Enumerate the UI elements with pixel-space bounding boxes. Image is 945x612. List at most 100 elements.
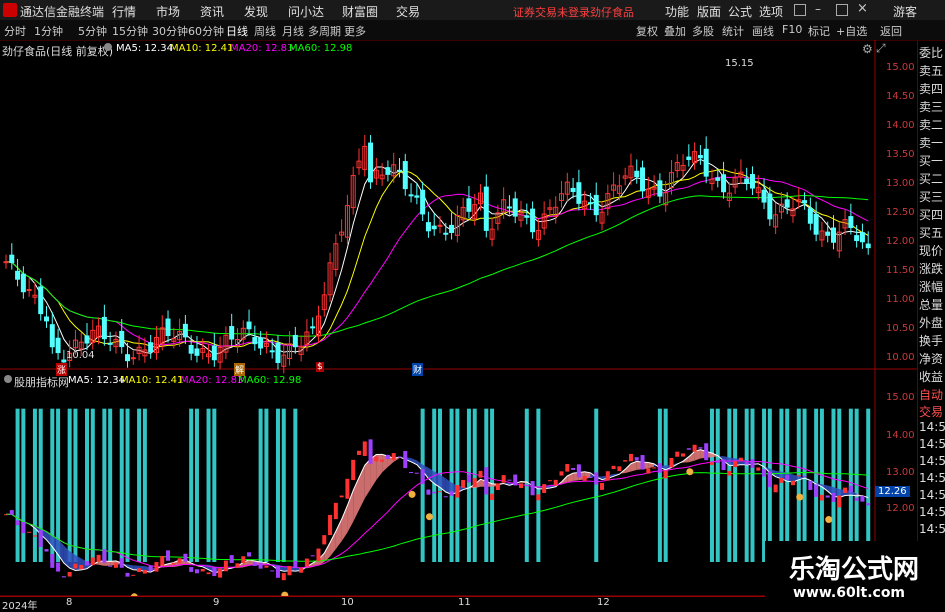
tool-mark[interactable]: 标记: [808, 23, 830, 39]
indicator-bar: [143, 409, 147, 562]
sub-candle: [745, 462, 749, 465]
menu-layout[interactable]: 版面: [697, 3, 721, 20]
settings-dot-icon[interactable]: [104, 43, 112, 51]
sub-candle: [282, 573, 286, 580]
sub-candle: [814, 484, 818, 496]
candle-body: [27, 290, 31, 291]
maximize-icon[interactable]: [836, 4, 848, 16]
sub-ma-line-5: [6, 450, 868, 573]
window-restore-icon[interactable]: [794, 4, 806, 16]
title-bar: 通达信金融终端 行情 市场 资讯 发现 问小达 财富圈 交易 证券交易未登录 劲…: [0, 0, 945, 21]
candle-body: [126, 355, 130, 361]
candle-body: [45, 317, 49, 321]
indicator-bar: [195, 409, 199, 562]
sub-settings-dot-icon[interactable]: [4, 375, 12, 383]
side-panel-label: 收益: [919, 368, 943, 385]
close-icon[interactable]: ×: [857, 1, 868, 16]
sub-candle: [392, 453, 396, 460]
x-tick: 10: [341, 597, 354, 608]
candle-body: [189, 345, 193, 353]
sub-candle: [513, 475, 517, 486]
sub-candle: [479, 471, 483, 478]
side-panel-label: 换手: [919, 332, 943, 349]
side-panel-label: 买四: [919, 206, 943, 223]
sub-candle: [600, 483, 604, 490]
indicator-bar: [658, 409, 662, 562]
candle-body: [421, 190, 425, 214]
menu-trade[interactable]: 交易: [396, 3, 420, 20]
dividend-marker[interactable]: $: [316, 362, 324, 372]
indicator-bar: [733, 409, 737, 562]
candle-body: [588, 203, 592, 204]
menu-wealth[interactable]: 财富圈: [342, 3, 378, 20]
user-label[interactable]: 游客: [893, 3, 917, 20]
sub-candle: [768, 472, 772, 488]
menu-options[interactable]: 选项: [759, 3, 783, 20]
tool-overlay[interactable]: 叠加: [664, 23, 686, 39]
ma-line-10: [6, 170, 868, 348]
period-60min[interactable]: 60分钟: [188, 23, 224, 39]
side-panel-label: 现价: [919, 242, 943, 259]
panel-settings-icon[interactable]: ⚙: [862, 42, 873, 56]
tool-back[interactable]: 返回: [880, 23, 902, 39]
indicator-bar: [750, 409, 754, 562]
sub-candle: [380, 460, 384, 462]
indicator-bar: [189, 409, 193, 562]
tool-add-favorite[interactable]: +自选: [836, 23, 867, 39]
sub-chart-candles: [4, 439, 870, 580]
y-tick: 14.50: [886, 91, 915, 102]
sub-candle: [664, 471, 668, 479]
chart-area[interactable]: [0, 40, 945, 609]
menu-quotes[interactable]: 行情: [112, 3, 136, 20]
period-multi[interactable]: 多周期: [308, 23, 341, 39]
sub-candle: [45, 549, 49, 551]
period-1min[interactable]: 1分钟: [34, 23, 63, 39]
period-daily[interactable]: 日线: [226, 23, 248, 39]
tool-multi-stock[interactable]: 多股: [692, 23, 714, 39]
sub-candle: [571, 468, 575, 470]
candle-body: [386, 168, 390, 175]
period-more[interactable]: 更多: [344, 23, 366, 39]
y-tick: 11.50: [886, 265, 915, 276]
menu-news[interactable]: 资讯: [200, 3, 224, 20]
period-toolbar: 分时 1分钟 5分钟 15分钟 30分钟 60分钟 日线 周线 月线 多周期 更…: [0, 20, 945, 41]
period-monthly[interactable]: 月线: [282, 23, 304, 39]
login-notice[interactable]: 证券交易未登录: [513, 4, 590, 20]
minimize-icon[interactable]: –: [815, 2, 821, 16]
menu-ask[interactable]: 问小达: [288, 3, 324, 20]
sub-candle: [102, 549, 106, 562]
indicator-bar: [73, 409, 77, 562]
sub-candle: [507, 480, 511, 481]
menu-market[interactable]: 市场: [156, 3, 180, 20]
sub-candle: [820, 495, 824, 501]
sub-candle: [334, 503, 338, 519]
candle-body: [259, 338, 263, 348]
tool-adjust[interactable]: 复权: [636, 23, 658, 39]
period-timeshare[interactable]: 分时: [4, 23, 26, 39]
candle-body: [722, 175, 726, 192]
sub-candle: [704, 443, 708, 460]
candle-body: [39, 287, 43, 314]
period-30min[interactable]: 30分钟: [152, 23, 188, 39]
app-logo-icon: [3, 3, 17, 17]
menu-function[interactable]: 功能: [665, 3, 689, 20]
sub-candle: [403, 451, 407, 468]
finance-marker[interactable]: 财: [412, 363, 423, 376]
menu-formula[interactable]: 公式: [728, 3, 752, 20]
panel-maximize-icon[interactable]: ⤢: [876, 41, 886, 56]
candle-body: [102, 317, 106, 338]
tool-stats[interactable]: 统计: [722, 23, 744, 39]
period-5min[interactable]: 5分钟: [78, 23, 107, 39]
sub-candle: [183, 554, 187, 562]
menu-discover[interactable]: 发现: [244, 3, 268, 20]
period-15min[interactable]: 15分钟: [112, 23, 148, 39]
tool-f10[interactable]: F10: [782, 23, 802, 36]
sub-candle: [421, 469, 425, 484]
sub-candle: [762, 469, 766, 476]
period-weekly[interactable]: 周线: [254, 23, 276, 39]
tool-draw[interactable]: 画线: [752, 23, 774, 39]
sub-candle: [126, 573, 130, 577]
candle-body: [311, 327, 315, 328]
sub-candle: [247, 552, 251, 556]
sub-y-tick: 15.00: [886, 392, 915, 403]
